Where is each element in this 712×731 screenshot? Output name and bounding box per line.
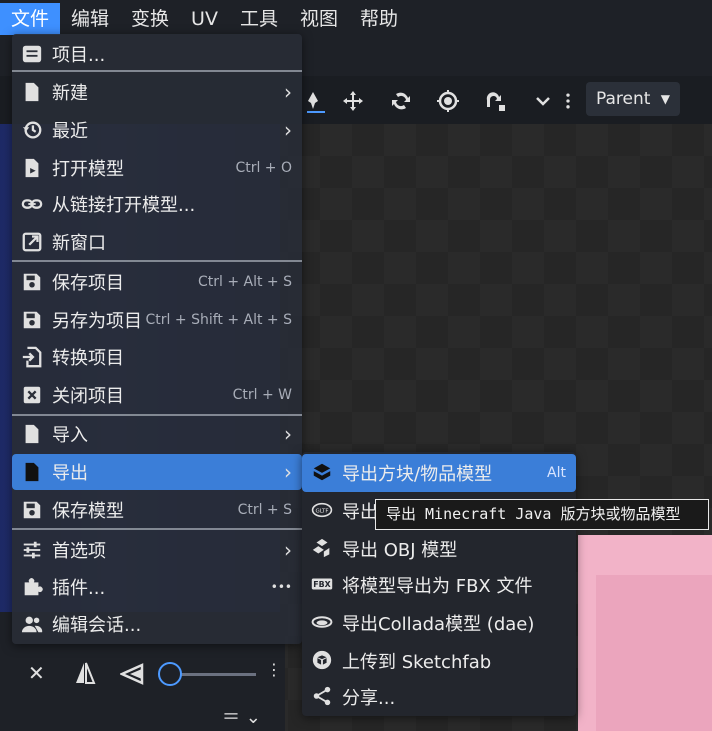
more-horizontal-icon: •••: [270, 580, 292, 594]
users-icon: [20, 612, 44, 636]
file-menu: 项目... 新建 › 最近 › 打开模型 Ctrl + O 从链接打开模型...…: [12, 34, 302, 644]
chevron-down-icon[interactable]: [526, 84, 560, 118]
chevron-right-icon: ›: [284, 460, 292, 484]
model-cube-face: [596, 575, 712, 731]
history-icon: [20, 118, 44, 142]
chevron-right-icon: ›: [284, 422, 292, 446]
menu-item-new-window[interactable]: 新窗口: [12, 224, 302, 260]
project-icon: [20, 42, 44, 66]
menu-uv[interactable]: UV: [180, 3, 229, 35]
menu-separator: [12, 70, 302, 72]
submenu-item-export-collada[interactable]: 导出Collada模型 (dae): [302, 604, 576, 642]
submenu-item-share[interactable]: 分享...: [302, 678, 576, 716]
share-icon: [310, 684, 334, 708]
menu-item-save-as[interactable]: 另存为项目 Ctrl + Shift + Alt + S: [12, 302, 302, 338]
menu-file[interactable]: 文件: [0, 2, 61, 35]
sketchfab-icon: [310, 648, 334, 672]
vertex-snap-icon[interactable]: [478, 84, 512, 118]
export-icon: [20, 460, 44, 484]
plugin-icon: [20, 575, 44, 599]
import-icon: [20, 422, 44, 446]
menubar: 文件 编辑 变换 UV 工具 视图 帮助: [0, 0, 712, 36]
new-window-icon: [20, 230, 44, 254]
menu-transform[interactable]: 变换: [120, 3, 180, 35]
save-as-icon: [20, 308, 44, 332]
menu-item-save-model[interactable]: 保存模型 Ctrl + S: [12, 492, 302, 528]
convert-icon: [20, 345, 44, 369]
save-model-icon: [20, 498, 44, 522]
parent-dropdown-label: Parent: [596, 89, 651, 109]
menu-view[interactable]: 视图: [289, 3, 349, 35]
menu-edit[interactable]: 编辑: [60, 3, 120, 35]
menu-item-edit-session[interactable]: 编辑会话...: [12, 606, 302, 642]
menu-item-new[interactable]: 新建 ›: [12, 74, 302, 110]
menu-help[interactable]: 帮助: [349, 3, 409, 35]
more-vertical-icon[interactable]: [558, 84, 578, 118]
menu-separator: [12, 260, 302, 262]
rotate-icon[interactable]: [384, 84, 418, 118]
submenu-item-export-block-model[interactable]: 导出方块/物品模型 Alt: [302, 454, 576, 492]
new-file-icon: [20, 80, 44, 104]
menu-item-import[interactable]: 导入 ›: [12, 416, 302, 452]
chevron-right-icon: ›: [284, 80, 292, 104]
svg-text:GLTF: GLTF: [315, 508, 328, 514]
submenu-item-export-obj[interactable]: 导出 OBJ 模型: [302, 530, 576, 568]
caret-down-icon: ▼: [660, 92, 670, 106]
tooltip: 导出 Minecraft Java 版方块或物品模型: [375, 499, 709, 530]
collada-icon: [310, 610, 334, 634]
menu-item-open-model[interactable]: 打开模型 Ctrl + O: [12, 150, 302, 186]
chevron-right-icon: ›: [284, 538, 292, 562]
triangle-icon[interactable]: [118, 663, 144, 690]
menu-item-recent[interactable]: 最近 ›: [12, 112, 302, 148]
preferences-icon: [20, 538, 44, 562]
menu-separator: [12, 528, 302, 530]
open-file-icon: [20, 156, 44, 180]
export-submenu: 导出方块/物品模型 Alt GLTF 导出 导出 OBJ 模型 FBX 将模型导…: [302, 452, 576, 716]
menu-item-convert[interactable]: 转换项目: [12, 339, 302, 375]
menu-tools[interactable]: 工具: [229, 3, 289, 35]
obj-icon: [310, 536, 334, 560]
menu-item-close-project[interactable]: 关闭项目 Ctrl + W: [12, 377, 302, 413]
parent-dropdown[interactable]: Parent ▼: [586, 82, 680, 116]
close-box-icon: [20, 383, 44, 407]
save-icon: [20, 270, 44, 294]
menu-item-preferences[interactable]: 首选项 ›: [12, 532, 302, 568]
chevron-right-icon: ›: [284, 118, 292, 142]
move-icon[interactable]: [336, 84, 370, 118]
submenu-item-upload-sketchfab[interactable]: 上传到 Sketchfab: [302, 642, 576, 680]
pivot-icon[interactable]: [431, 84, 465, 118]
mirror-icon[interactable]: [74, 661, 96, 690]
collapse-icon[interactable]: ＝ ⌄: [222, 703, 261, 729]
close-icon[interactable]: ✕: [28, 661, 45, 685]
fbx-icon: FBX: [310, 572, 334, 596]
slider-knob[interactable]: [158, 662, 182, 686]
menu-item-plugins[interactable]: 插件... •••: [12, 569, 302, 605]
block-model-icon: [310, 460, 334, 484]
more-vertical-icon[interactable]: ⋮: [266, 660, 282, 679]
menu-item-open-link[interactable]: 从链接打开模型...: [12, 186, 302, 222]
menu-item-save-project[interactable]: 保存项目 Ctrl + Alt + S: [12, 264, 302, 300]
menu-item-export[interactable]: 导出 ›: [12, 454, 302, 490]
gltf-icon: GLTF: [310, 498, 334, 522]
submenu-item-export-fbx[interactable]: FBX 将模型导出为 FBX 文件: [302, 566, 576, 604]
link-icon: [20, 192, 44, 216]
menu-item-project[interactable]: 项目...: [12, 36, 302, 72]
svg-text:FBX: FBX: [313, 580, 330, 589]
